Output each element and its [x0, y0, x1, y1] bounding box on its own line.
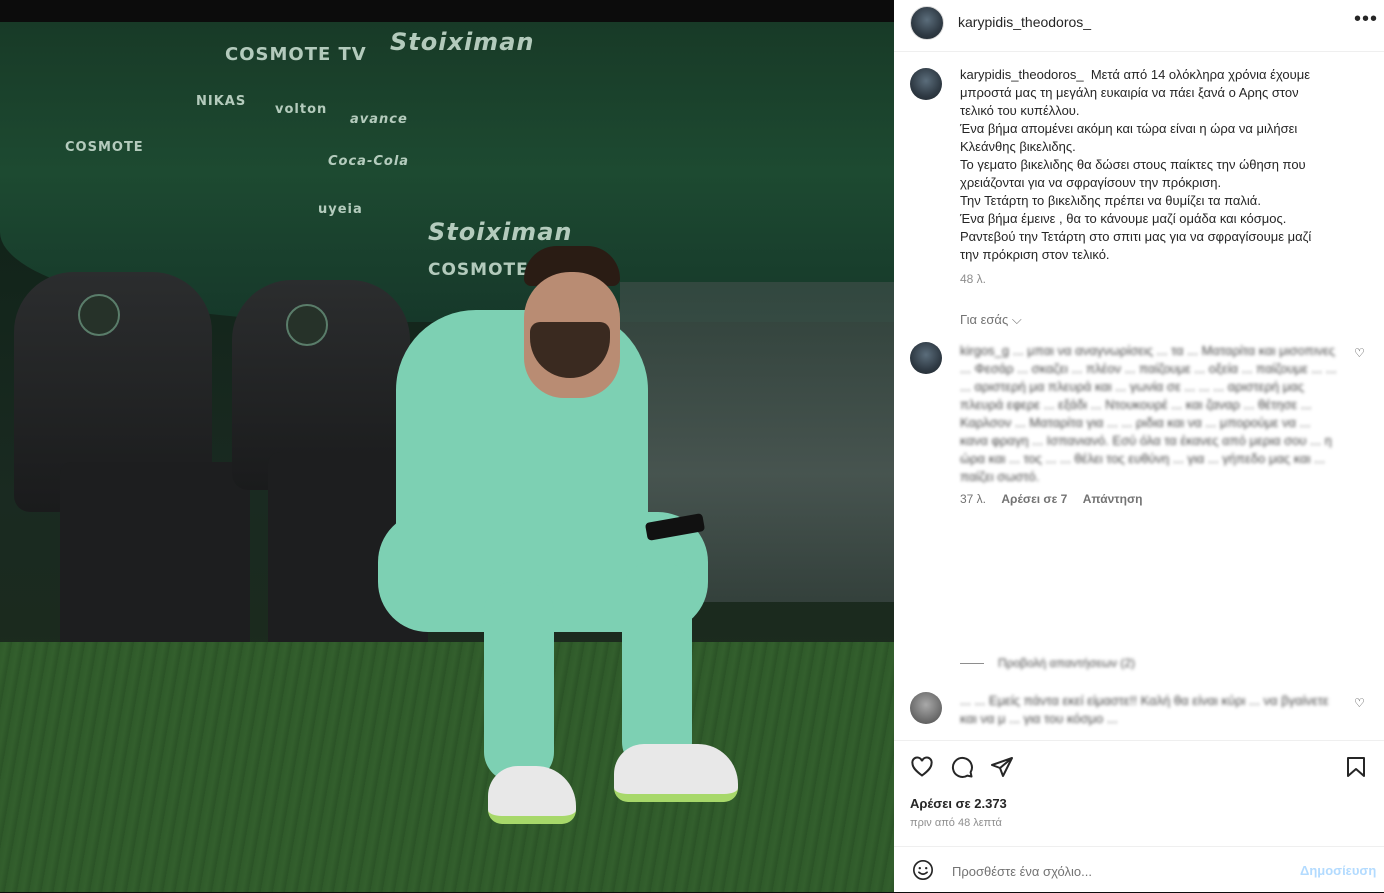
comment-icon[interactable]: [950, 755, 974, 779]
caption-line: Μετά από 14 ολόκληρα χρόνια έχουμε: [1090, 67, 1311, 82]
comment-like-heart-icon[interactable]: ♡: [1354, 696, 1365, 710]
replies-divider: [960, 663, 984, 665]
comment-text: kirgos_g ... μπαι να αναγνωρίσεις ... τα…: [960, 342, 1340, 508]
send-icon[interactable]: [990, 755, 1014, 779]
translation-toggle[interactable]: Για εσάς ⌵: [960, 312, 1022, 328]
sponsor-logo: volton: [275, 102, 328, 117]
caption-line: Ένα βήμα έμεινε , θα το κάνουμε μαζί ομά…: [960, 211, 1287, 226]
comment-body-redacted: kirgos_g ... μπαι να αναγνωρίσεις ... τα…: [960, 343, 1337, 484]
post-comment-button[interactable]: Δημοσίευση: [1300, 863, 1376, 878]
club-crest-icon: [286, 304, 328, 346]
emoji-icon[interactable]: [912, 859, 934, 881]
comment-likes[interactable]: Αρέσει σε 7: [1001, 492, 1067, 506]
add-comment-bar: Δημοσίευση: [894, 846, 1384, 893]
author-username[interactable]: karypidis_theodoros_: [958, 14, 1091, 30]
club-crest-icon: [78, 294, 120, 336]
caption-line: χρειάζονται για να σφραγίσουν την πρόκρι…: [960, 175, 1222, 190]
caption-line: Την Τετάρτη το βικελιδης πρέπει να θυμίζ…: [960, 193, 1261, 208]
caption-line: τελικό του κυπέλλου.: [960, 103, 1080, 118]
commenter-avatar[interactable]: [910, 342, 942, 374]
comment-item: ... ... Εμείς πάντα εκεί είμαστε!! Καλή …: [910, 692, 1370, 736]
sponsor-logo: avance: [350, 112, 408, 127]
sponsor-logo: Stoiximan: [428, 218, 573, 246]
caption-line: Ένα βήμα απομένει ακόμη και τώρα είναι η…: [960, 121, 1298, 136]
sneaker: [614, 744, 738, 802]
person-leg: [622, 562, 692, 772]
pitch-grass: [0, 642, 894, 892]
sponsor-logo: Stoiximan: [390, 28, 535, 56]
person-leg: [484, 582, 554, 782]
bookmark-icon[interactable]: [1344, 755, 1368, 779]
heart-icon[interactable]: [910, 755, 934, 779]
author-avatar[interactable]: [910, 6, 944, 40]
comment-input[interactable]: [950, 859, 1284, 883]
caption-timestamp[interactable]: 48 λ.: [960, 270, 1360, 288]
comment-like-heart-icon[interactable]: ♡: [1354, 346, 1365, 360]
reply-button[interactable]: Απάντηση: [1083, 492, 1143, 506]
post-photo[interactable]: COSMOTE TV Stoiximan NIKAS volton avance…: [0, 22, 894, 892]
post-header: karypidis_theodoros_ •••: [894, 0, 1384, 52]
comment-meta: 37 λ. Αρέσει σε 7 Απάντηση: [960, 490, 1340, 508]
caption-text: karypidis_theodoros_ Μετά από 14 ολόκληρ…: [960, 66, 1360, 288]
caption-line: μπροστά μας τη μεγάλη ευκαιρία να πάει ξ…: [960, 85, 1299, 100]
commenter-avatar[interactable]: [910, 692, 942, 724]
post-action-bar: [894, 740, 1384, 793]
view-replies-button[interactable]: Προβολή απαντήσεων (2): [960, 656, 1135, 670]
caption-username[interactable]: karypidis_theodoros_: [960, 67, 1084, 82]
caption-line: Κλεάνθης βικελιδης.: [960, 139, 1076, 154]
more-horizontal-icon[interactable]: •••: [1354, 8, 1378, 31]
likes-count[interactable]: Αρέσει σε 2.373: [910, 796, 1007, 811]
caption-line: την πρόκριση στον τελικό.: [960, 247, 1110, 262]
sponsor-logo: Coca-Cola: [328, 154, 410, 169]
comment-body-redacted: ... ... Εμείς πάντα εκεί είμαστε!! Καλή …: [960, 693, 1329, 726]
sponsor-logo: COSMOTE TV: [225, 44, 367, 65]
post-side-panel: karypidis_theodoros_ ••• karypidis_theod…: [894, 0, 1384, 892]
caption-line: Το γεματο βικελιδης θα δώσει στους παίκτ…: [960, 157, 1306, 172]
sponsor-logo: COSMOTE: [65, 140, 144, 155]
post-timestamp[interactable]: πριν από 48 λεπτά: [910, 817, 1002, 829]
caption-line: Ραντεβού την Τετάρτη στο σπιτι μας για ν…: [960, 229, 1312, 244]
view-replies-label: Προβολή απαντήσεων (2): [998, 656, 1136, 670]
comment-timestamp[interactable]: 37 λ.: [960, 492, 986, 506]
caption-author-avatar[interactable]: [910, 68, 942, 100]
sponsor-logo: NIKAS: [196, 94, 247, 109]
comment-text: ... ... Εμείς πάντα εκεί είμαστε!! Καλή …: [960, 692, 1340, 728]
sponsor-logo: uyeia: [318, 202, 363, 217]
